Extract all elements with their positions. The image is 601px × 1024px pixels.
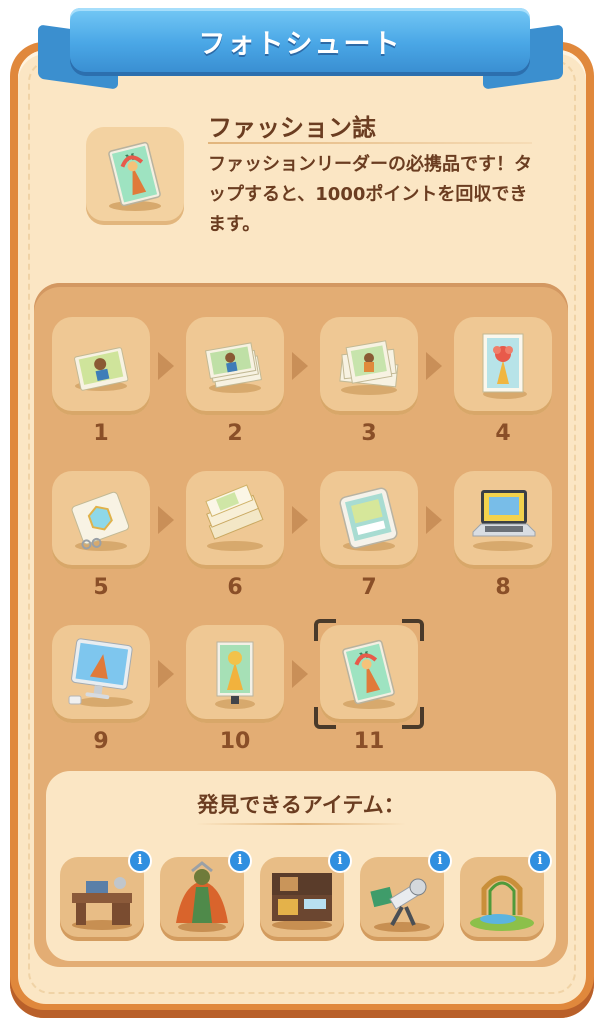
- chain-slot-3[interactable]: [320, 317, 418, 415]
- chain-slot-2[interactable]: [186, 317, 284, 415]
- level-label: 9: [93, 729, 109, 754]
- chain-slot-6[interactable]: [186, 471, 284, 569]
- chain-arrow: [158, 660, 174, 688]
- info-icon[interactable]: i: [328, 849, 352, 873]
- level-label: 8: [495, 575, 511, 600]
- chain-slot-10[interactable]: [186, 625, 284, 723]
- item-name: ファッション誌: [208, 114, 376, 142]
- chain-slot-1[interactable]: [52, 317, 150, 415]
- title-ribbon: フォトシュート: [70, 8, 530, 72]
- info-icon[interactable]: i: [428, 849, 452, 873]
- magazine-stand-icon: [215, 641, 255, 709]
- level-label: 3: [361, 421, 377, 446]
- discoverable-items-panel: 発見できるアイテム： i i i i i: [46, 771, 556, 961]
- photo-pile-icon: [339, 340, 399, 395]
- info-icon[interactable]: i: [128, 849, 152, 873]
- level-label: 5: [93, 575, 109, 600]
- item-description: ファッションリーダーの必携品です！タップすると、1000ポイントを回収できます。: [208, 154, 532, 235]
- chain-slot-11-selected[interactable]: M: [314, 619, 424, 729]
- chain-arrow: [292, 660, 308, 688]
- chain-arrow: [292, 506, 308, 534]
- info-icon[interactable]: i: [228, 849, 252, 873]
- discoverable-item-5[interactable]: i: [460, 849, 552, 941]
- title-divider: [208, 142, 532, 144]
- chain-arrow: [426, 506, 442, 534]
- level-label: 4: [495, 421, 511, 446]
- level-label: 1: [93, 421, 109, 446]
- popup-title: フォトシュート: [198, 29, 402, 60]
- desktop-monitor-icon: [68, 638, 133, 707]
- camera-crane-icon: [370, 878, 430, 932]
- chain-slot-4[interactable]: [454, 317, 552, 415]
- treasure-case-icon: [272, 873, 332, 930]
- discoverable-item-4[interactable]: i: [360, 849, 452, 941]
- chain-arrow: [158, 352, 174, 380]
- costume-mannequin-icon: [176, 861, 228, 932]
- level-label: 7: [361, 575, 377, 600]
- photo-album-icon: [71, 491, 130, 551]
- tablet-icon: [339, 487, 398, 551]
- single-photo-icon: [74, 347, 129, 391]
- featured-item-slot: M: [86, 127, 184, 225]
- level-label: 11: [353, 729, 385, 754]
- chain-slot-8[interactable]: [454, 471, 552, 569]
- discoverable-item-1[interactable]: i: [60, 849, 152, 941]
- discoverable-divider: [196, 823, 406, 825]
- photo-desk-icon: [72, 877, 132, 930]
- photo-stack-icon: [204, 342, 262, 393]
- discoverable-item-2[interactable]: i: [160, 849, 252, 941]
- discoverable-title: 発見できるアイテム：: [197, 793, 405, 817]
- chain-slot-5[interactable]: [52, 471, 150, 569]
- merge-chain-panel: 1 2 3 4 5 6 7 8 9 10 M 11 発見できるアイテム： i i…: [34, 283, 568, 967]
- fashion-magazine-icon: M: [108, 141, 161, 211]
- discoverable-item-3[interactable]: i: [260, 849, 352, 941]
- chain-arrow: [426, 352, 442, 380]
- photo-books-icon: [205, 484, 264, 551]
- fashion-magazine-icon: M: [342, 639, 395, 709]
- framed-photo-icon: [482, 333, 527, 399]
- garden-arch-icon: [470, 875, 534, 931]
- chain-arrow: [292, 352, 308, 380]
- level-label: 2: [227, 421, 243, 446]
- chain-slot-9[interactable]: [52, 625, 150, 723]
- laptop-icon: [472, 490, 536, 551]
- info-icon[interactable]: i: [528, 849, 552, 873]
- chain-arrow: [158, 506, 174, 534]
- level-label: 6: [227, 575, 243, 600]
- level-label: 10: [219, 729, 251, 754]
- chain-slot-7[interactable]: [320, 471, 418, 569]
